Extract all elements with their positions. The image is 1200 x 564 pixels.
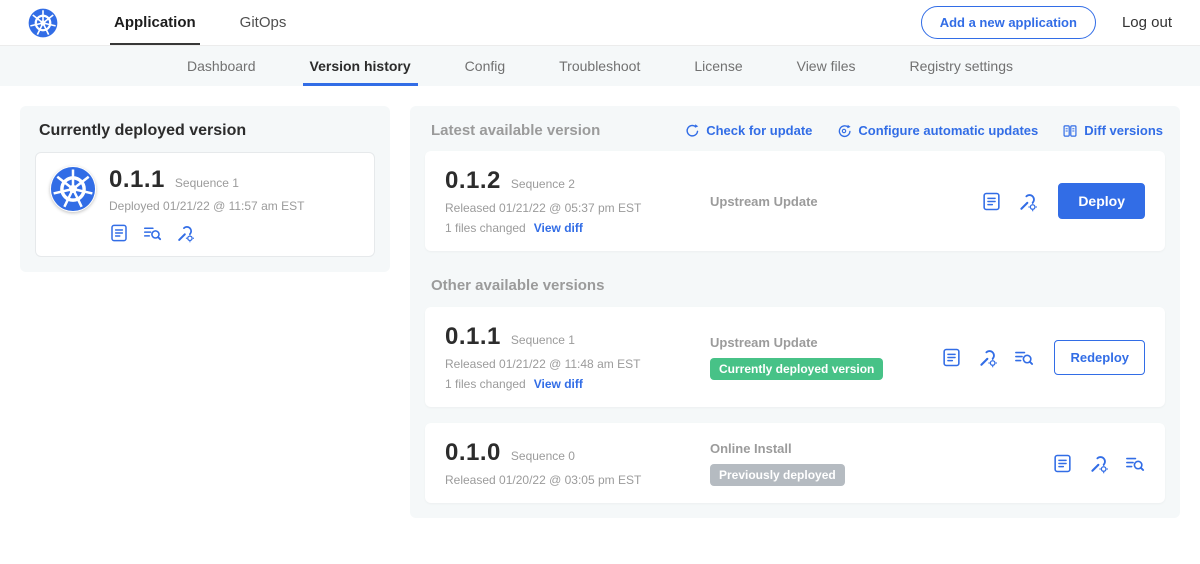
deployed-panel: Currently deployed version 0.1.1 Sequenc… [20,106,390,272]
configure-automatic-updates-label: Configure automatic updates [858,123,1038,138]
sequence-label: Sequence 2 [511,177,575,191]
logout-link[interactable]: Log out [1122,14,1172,31]
sequence-label: Sequence 0 [511,449,575,463]
deployed-date: Deployed 01/21/22 @ 11:57 am EST [109,199,304,213]
deployed-version-card: 0.1.1 Sequence 1 Deployed 01/21/22 @ 11:… [35,152,375,257]
deploy-button[interactable]: Deploy [1058,183,1145,219]
version-card: 0.1.1 Sequence 1 Released 01/21/22 @ 11:… [425,307,1165,407]
subnav-registry-settings[interactable]: Registry settings [883,46,1040,86]
header-right: Add a new application Log out [921,6,1172,39]
subnav-view-files[interactable]: View files [770,46,883,86]
release-notes-icon[interactable] [109,223,129,243]
main-tabs: Application GitOps [92,0,308,45]
check-for-update-label: Check for update [706,123,812,138]
deployed-sequence-label: Sequence 1 [175,176,239,190]
subnav-license[interactable]: License [667,46,769,86]
preflight-checks-icon[interactable] [1013,347,1034,368]
app-logo-icon [50,166,96,212]
subnav-version-history[interactable]: Version history [283,46,438,86]
tab-gitops[interactable]: GitOps [218,0,309,45]
released-date: Released 01/21/22 @ 05:37 pm EST [445,201,710,215]
panel-actions: Check for update Configure automatic upd… [684,123,1163,139]
config-icon[interactable] [1088,453,1109,474]
diff-versions-label: Diff versions [1084,123,1163,138]
version-number: 0.1.1 [445,323,501,351]
release-notes-icon[interactable] [1052,453,1073,474]
config-icon[interactable] [175,223,195,243]
version-card-latest: 0.1.2 Sequence 2 Released 01/21/22 @ 05:… [425,151,1165,251]
deployed-panel-title: Currently deployed version [39,122,375,140]
configure-automatic-updates-link[interactable]: Configure automatic updates [836,123,1038,139]
diff-versions-link[interactable]: Diff versions [1062,123,1163,139]
files-changed-label: 1 files changed [445,377,526,391]
version-source: Upstream Update [710,335,941,350]
release-notes-icon[interactable] [981,191,1002,212]
other-versions-title: Other available versions [431,277,1165,294]
version-number: 0.1.2 [445,167,501,195]
available-panel: Latest available version Check for updat… [410,106,1180,518]
subnav: Dashboard Version history Config Trouble… [0,46,1200,86]
config-icon[interactable] [977,347,998,368]
version-number: 0.1.0 [445,439,501,467]
subnav-dashboard[interactable]: Dashboard [160,46,283,86]
view-diff-link[interactable]: View diff [534,377,583,391]
currently-deployed-badge: Currently deployed version [710,358,883,380]
sequence-label: Sequence 1 [511,333,575,347]
preflight-checks-icon[interactable] [1124,453,1145,474]
version-card: 0.1.0 Sequence 0 Released 01/20/22 @ 03:… [425,423,1165,503]
subnav-config[interactable]: Config [438,46,532,86]
version-source: Online Install [710,441,1052,456]
release-notes-icon[interactable] [941,347,962,368]
kubernetes-logo-icon [28,8,58,38]
available-panel-title: Latest available version [431,122,600,139]
config-icon[interactable] [1017,191,1038,212]
tab-application[interactable]: Application [92,0,218,45]
check-for-update-link[interactable]: Check for update [684,123,812,139]
redeploy-button[interactable]: Redeploy [1054,340,1145,375]
released-date: Released 01/20/22 @ 03:05 pm EST [445,473,710,487]
preflight-checks-icon[interactable] [142,223,162,243]
auto-update-icon [836,123,852,139]
top-header: Application GitOps Add a new application… [0,0,1200,46]
released-date: Released 01/21/22 @ 11:48 am EST [445,357,710,371]
version-source: Upstream Update [710,194,981,209]
refresh-icon [684,123,700,139]
view-diff-link[interactable]: View diff [534,221,583,235]
previously-deployed-badge: Previously deployed [710,464,845,486]
subnav-troubleshoot[interactable]: Troubleshoot [532,46,667,86]
files-changed-label: 1 files changed [445,221,526,235]
add-application-button[interactable]: Add a new application [921,6,1096,39]
diff-icon [1062,123,1078,139]
main-content: Currently deployed version 0.1.1 Sequenc… [0,86,1200,538]
deployed-version-number: 0.1.1 [109,166,165,194]
